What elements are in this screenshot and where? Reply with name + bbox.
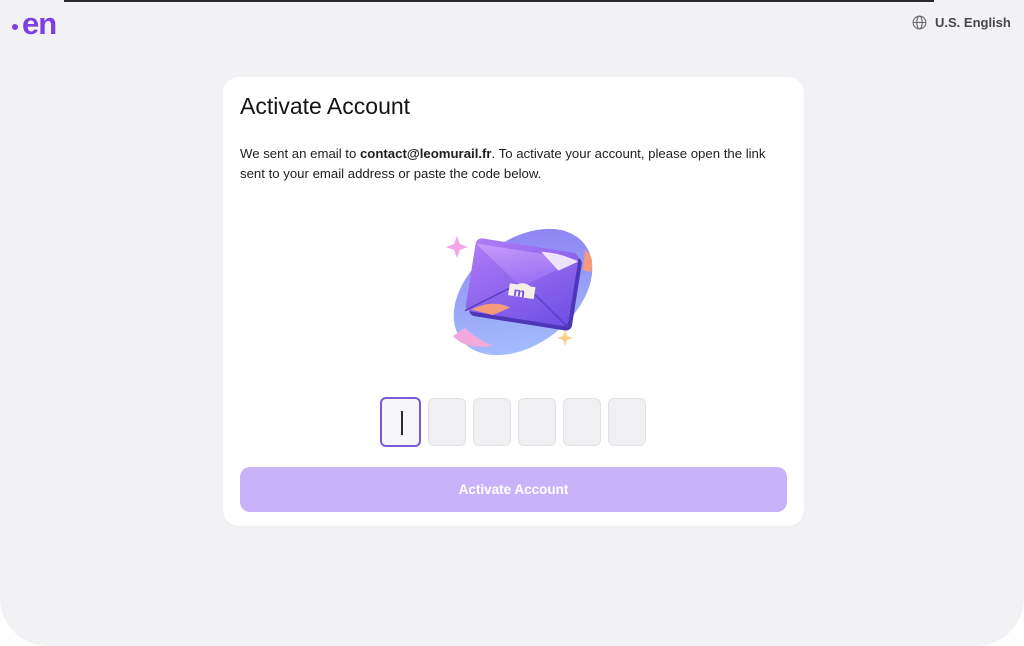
instructions-text: We sent an email to contact@leomurail.fr… xyxy=(240,144,788,184)
code-digit-4[interactable] xyxy=(518,398,556,446)
globe-icon xyxy=(912,15,927,30)
verification-code-inputs xyxy=(380,397,646,447)
envelope-illustration: m xyxy=(446,228,593,356)
email-address: contact@leomurail.fr xyxy=(359,146,492,161)
code-digit-5[interactable] xyxy=(563,398,601,446)
message-prefix: We sent an email to xyxy=(240,146,360,161)
language-selector[interactable]: U.S. English xyxy=(912,15,1024,30)
code-digit-1[interactable] xyxy=(380,397,421,447)
logo-text: en xyxy=(22,6,57,41)
logo-dot xyxy=(12,24,18,30)
window-top-edge xyxy=(64,0,934,2)
code-digit-6[interactable] xyxy=(608,398,646,446)
activate-account-card: Activate Account We sent an email to con… xyxy=(223,77,804,526)
code-digit-2[interactable] xyxy=(428,398,466,446)
app-window: en U.S. English Activate Account We sent… xyxy=(0,0,1024,646)
brand-logo[interactable]: en xyxy=(12,6,57,41)
language-label: U.S. English xyxy=(935,15,1011,30)
activate-account-button[interactable]: Activate Account xyxy=(240,467,787,512)
code-digit-3[interactable] xyxy=(473,398,511,446)
svg-text:m: m xyxy=(512,284,526,301)
page-title: Activate Account xyxy=(240,93,411,119)
